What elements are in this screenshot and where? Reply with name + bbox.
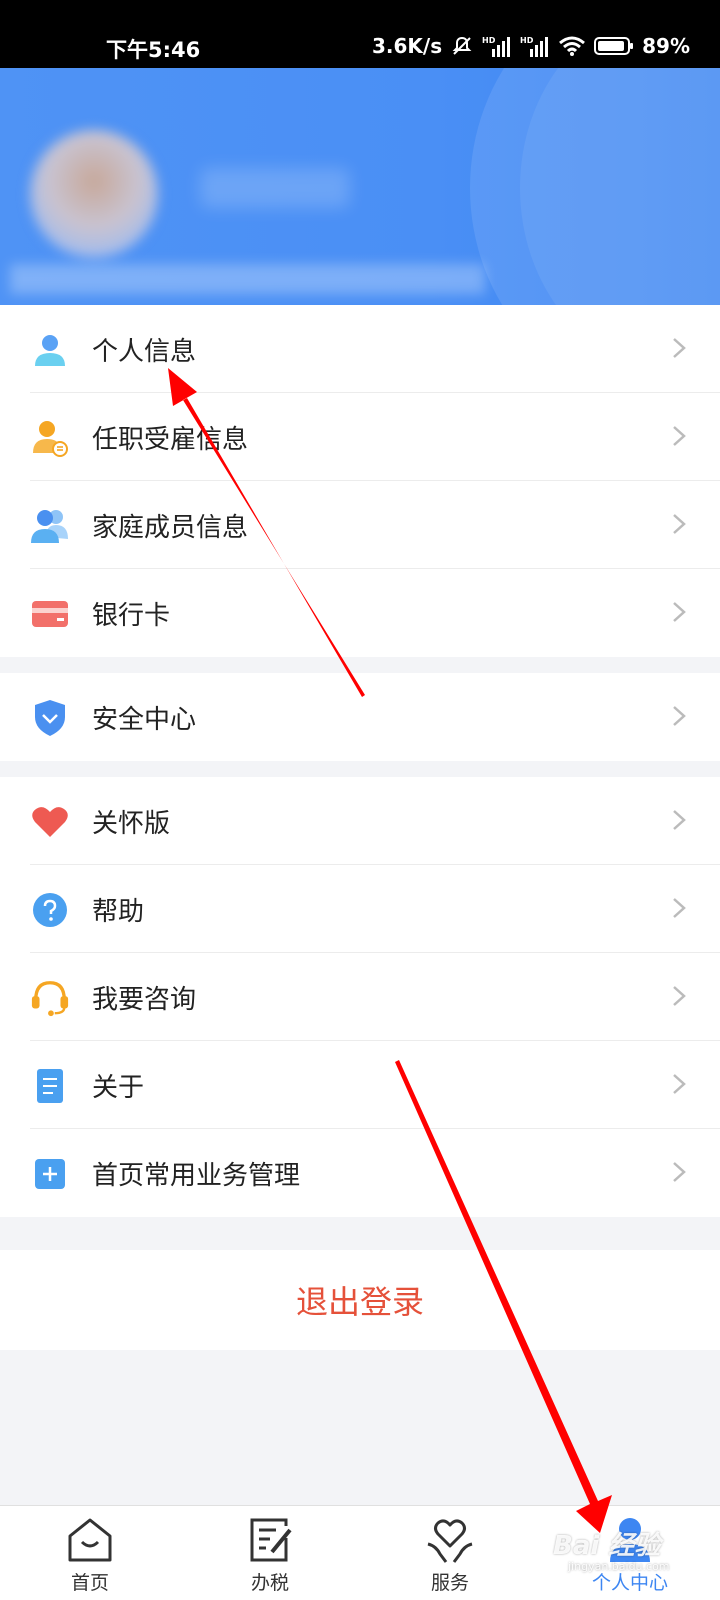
menu-label: 我要咨询 — [92, 984, 197, 1015]
profile-header[interactable] — [0, 68, 720, 305]
user-icon — [30, 330, 70, 370]
chevron-right-icon — [673, 426, 686, 446]
menu-item-personal-info[interactable]: 个人信息 — [0, 305, 720, 393]
chevron-right-icon — [673, 338, 686, 358]
menu-group-general: 关怀版 帮助 我要咨询 关于 首页常用业务管理 — [0, 777, 720, 1217]
menu-group-security: 安全中心 — [0, 673, 720, 761]
network-speed: 3.6K/s — [371, 34, 443, 58]
chevron-right-icon — [673, 514, 686, 534]
status-time: 下午5:46 — [106, 38, 201, 62]
menu-label: 帮助 — [92, 896, 145, 927]
chevron-right-icon — [673, 1074, 686, 1094]
tab-service[interactable]: 服务 — [360, 1506, 540, 1600]
header-decoration — [520, 68, 720, 305]
menu-item-security-center[interactable]: 安全中心 — [0, 673, 720, 761]
battery-level: 89% — [642, 34, 690, 58]
svg-text:HD: HD — [520, 36, 534, 45]
tab-label: 办税 — [250, 1572, 289, 1594]
headset-icon — [30, 978, 70, 1018]
tab-home[interactable]: 首页 — [0, 1506, 180, 1600]
user-info-blurred — [10, 264, 485, 294]
svg-text:HD: HD — [482, 36, 496, 45]
status-right: 3.6K/s HD HD 89% — [372, 34, 690, 58]
logout-button[interactable]: 退出登录 — [0, 1250, 720, 1350]
menu-item-bank-card[interactable]: 银行卡 — [0, 569, 720, 657]
help-icon — [30, 890, 70, 930]
service-heart-icon — [427, 1519, 473, 1563]
menu-item-about[interactable]: 关于 — [0, 1041, 720, 1129]
menu-label: 银行卡 — [92, 600, 171, 631]
home-icon — [68, 1518, 112, 1562]
chevron-right-icon — [673, 706, 686, 726]
menu-label: 任职受雇信息 — [92, 424, 249, 455]
bank-card-icon — [30, 594, 70, 634]
chevron-right-icon — [673, 898, 686, 918]
family-icon — [30, 506, 70, 546]
wifi-icon — [558, 35, 586, 57]
menu-group-personal: 个人信息 任职受雇信息 家庭成员信息 银行卡 — [0, 305, 720, 657]
avatar[interactable] — [30, 130, 158, 258]
menu-label: 个人信息 — [92, 336, 197, 367]
tab-tax[interactable]: 办税 — [180, 1506, 360, 1600]
tab-label: 服务 — [430, 1572, 469, 1594]
user-name-blurred — [200, 168, 350, 208]
menu-item-family-info[interactable]: 家庭成员信息 — [0, 481, 720, 569]
chevron-right-icon — [673, 810, 686, 830]
battery-icon — [594, 36, 634, 56]
menu-item-care-mode[interactable]: 关怀版 — [0, 777, 720, 865]
signal-icon: HD — [482, 35, 512, 57]
status-bar: 下午5:46 3.6K/s HD HD 89% — [0, 0, 720, 68]
tab-label: 首页 — [70, 1572, 109, 1594]
menu-item-home-business-management[interactable]: 首页常用业务管理 — [0, 1129, 720, 1217]
menu-label: 首页常用业务管理 — [92, 1160, 301, 1191]
chevron-right-icon — [673, 1162, 686, 1182]
shield-icon — [30, 698, 70, 738]
menu-item-employment-info[interactable]: 任职受雇信息 — [0, 393, 720, 481]
chevron-right-icon — [673, 602, 686, 622]
menu-label: 家庭成员信息 — [92, 512, 249, 543]
menu-item-consult[interactable]: 我要咨询 — [0, 953, 720, 1041]
watermark: Bai 经验 — [553, 1531, 661, 1561]
employment-icon — [30, 418, 70, 458]
menu-label: 安全中心 — [92, 704, 197, 735]
heart-icon — [30, 802, 70, 842]
tax-edit-icon — [250, 1518, 292, 1562]
plus-icon — [30, 1154, 70, 1194]
menu-item-help[interactable]: 帮助 — [0, 865, 720, 953]
menu-label: 关于 — [92, 1072, 145, 1103]
chevron-right-icon — [673, 986, 686, 1006]
menu-label: 关怀版 — [92, 808, 171, 839]
watermark-url: jingyan.baidu.com — [568, 1560, 670, 1573]
document-icon — [30, 1066, 70, 1106]
signal-icon: HD — [520, 35, 550, 57]
mute-icon — [450, 34, 474, 58]
logout-label: 退出登录 — [295, 1283, 424, 1321]
